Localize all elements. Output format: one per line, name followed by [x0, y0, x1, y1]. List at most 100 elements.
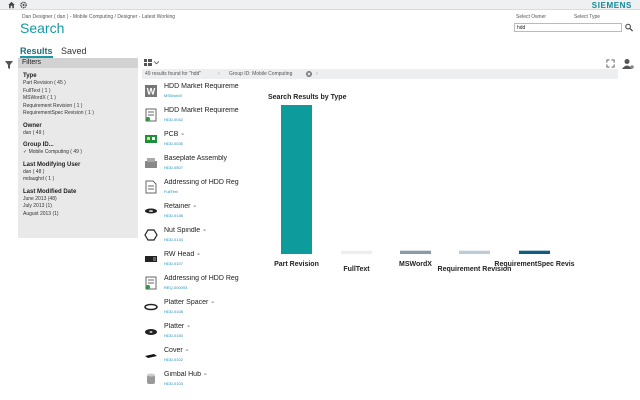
filter-group-title[interactable]: Group ID... [23, 142, 133, 148]
word-doc-icon: W [145, 85, 157, 97]
filter-option[interactable]: June 2013 (48) [23, 196, 133, 204]
result-name[interactable]: Baseplate Assembly [164, 155, 240, 162]
rw-head-icon [145, 256, 157, 262]
link-icon: ⚭ [202, 228, 207, 234]
search-input[interactable]: hdd [514, 23, 622, 32]
result-id[interactable]: HDD-0134 [164, 237, 183, 242]
result-id[interactable]: HDD-0035 [164, 141, 183, 146]
filter-option[interactable]: August 2013 (1) [23, 211, 133, 219]
tab-results[interactable]: Results [20, 46, 53, 58]
link-icon: ⚭ [196, 252, 201, 258]
bar-chart: Part RevisionFullTextMSWordXRequirement … [274, 105, 575, 273]
results-count: 49 results found for "hdd" [145, 71, 202, 77]
filter-option[interactable]: Part Revision ( 45 ) [23, 80, 133, 88]
result-id[interactable]: HDD-0102 [164, 357, 183, 362]
filter-group-title[interactable]: Last Modifying User [23, 162, 133, 168]
result-item[interactable]: Platter Spacer ⚭ HDD-0108 [144, 298, 244, 320]
hub-icon [147, 373, 155, 384]
results-tabs: Results Saved [20, 46, 93, 58]
filter-option[interactable]: dan ( 49 ) [23, 130, 133, 138]
select-owner-label[interactable]: Select Owner [516, 14, 546, 20]
filter-option[interactable]: mdaughd ( 1 ) [23, 176, 133, 184]
result-name[interactable]: Platter Spacer ⚭ [164, 299, 240, 306]
nut-icon [144, 229, 158, 241]
results-toolbar [142, 58, 618, 68]
chevron-down-icon[interactable] [154, 61, 159, 65]
result-item[interactable]: Gimbal Hub ⚭ HDD-0103 [144, 370, 244, 392]
filter-option[interactable]: dan ( 48 ) [23, 169, 133, 177]
filter-option[interactable]: Requirement Revision ( 1 ) [23, 103, 133, 111]
filter-group: Last Modified Date June 2013 (48) July 201… [18, 189, 138, 219]
result-name[interactable]: HDD Market Requireme [164, 107, 240, 114]
remove-chip-icon[interactable] [306, 71, 312, 77]
filter-funnel-icon[interactable] [4, 60, 14, 70]
link-icon: ⚭ [192, 204, 197, 210]
result-id[interactable]: REQ-000093 [164, 285, 187, 290]
result-id[interactable]: HDD-0042 [164, 117, 183, 122]
filter-group-title[interactable]: Owner [23, 123, 133, 129]
result-id[interactable]: HDD-0107 [164, 261, 183, 266]
chart-category-label: Part Revision [274, 261, 319, 268]
result-item[interactable]: Retainer ⚭ HDD-0136 [144, 202, 244, 224]
page-title: Search [20, 20, 65, 36]
result-id[interactable]: HDD-0108 [164, 309, 183, 314]
cover-icon [145, 354, 157, 358]
result-name[interactable]: Platter ⚭ [164, 323, 240, 330]
platter-icon [145, 329, 157, 335]
select-type-label[interactable]: Select Type [574, 14, 600, 20]
result-name[interactable]: Addressing of HDD Reg [164, 275, 240, 282]
chart-bar[interactable] [519, 250, 550, 254]
result-item[interactable]: Addressing of HDD Reg REQ-000093 [144, 274, 244, 296]
result-id[interactable]: HDD-0136 [164, 213, 183, 218]
result-id[interactable]: HDD-0150 [164, 333, 183, 338]
result-id[interactable]: MSWordX [164, 93, 182, 98]
filter-chip[interactable]: Group ID: Mobile Computing [229, 71, 292, 77]
requirement-icon [145, 276, 157, 290]
home-icon[interactable] [7, 1, 16, 9]
chart-bar[interactable] [400, 250, 431, 254]
filter-group-title[interactable]: Last Modified Date [23, 189, 133, 195]
result-item[interactable]: RW Head ⚭ HDD-0107 [144, 250, 244, 272]
result-name[interactable]: Cover ⚭ [164, 347, 240, 354]
result-name[interactable]: PCB ⚭ [164, 131, 240, 138]
result-item[interactable]: Platter ⚭ HDD-0150 [144, 322, 244, 344]
result-item[interactable]: Baseplate Assembly HDD-0507 [144, 154, 244, 176]
chart-bar[interactable] [281, 105, 312, 254]
result-name[interactable]: HDD Market Requireme [164, 83, 240, 90]
result-item[interactable]: W HDD Market Requireme MSWordX [144, 82, 244, 104]
result-id[interactable]: HDD-0103 [164, 381, 183, 386]
filter-option[interactable]: FullText ( 1 ) [23, 88, 133, 96]
result-item[interactable]: HDD Market Requireme HDD-0042 [144, 106, 244, 128]
result-item[interactable]: Addressing of HDD Reg FullText [144, 178, 244, 200]
result-name[interactable]: Gimbal Hub ⚭ [164, 371, 240, 378]
filter-option[interactable]: July 2013 (1) [23, 203, 133, 211]
tab-saved[interactable]: Saved [61, 46, 87, 56]
result-name[interactable]: Addressing of HDD Reg [164, 179, 240, 186]
chart-bar[interactable] [459, 250, 490, 254]
filter-group-title[interactable]: Type [23, 73, 133, 79]
result-name[interactable]: RW Head ⚭ [164, 251, 240, 258]
link-icon: ⚭ [202, 372, 208, 378]
chart-category-label: MSWordX [399, 261, 432, 268]
result-id[interactable]: HDD-0507 [164, 165, 183, 170]
filters-header: Filters [18, 58, 138, 68]
result-item[interactable]: Cover ⚭ HDD-0102 [144, 346, 244, 368]
expand-icon[interactable] [606, 59, 615, 68]
filter-option[interactable]: RequirementSpec Revision ( 1 ) [23, 110, 133, 118]
user-settings-icon[interactable] [622, 58, 634, 70]
result-id[interactable]: FullText [164, 189, 178, 194]
breadcrumb-separator-icon: › [316, 71, 318, 77]
list-view-icon[interactable] [144, 59, 152, 67]
gear-icon[interactable] [19, 1, 28, 9]
search-icon[interactable] [624, 23, 634, 32]
result-name[interactable]: Retainer ⚭ [164, 203, 240, 210]
filter-groups: Type Part Revision ( 45 ) FullText ( 1 ) MS… [18, 73, 138, 218]
filter-group: Owner dan ( 49 ) [18, 123, 138, 138]
result-item[interactable]: PCB ⚭ HDD-0035 [144, 130, 244, 152]
filter-option[interactable]: ✓ Mobile Computing ( 49 ) [23, 149, 133, 157]
filter-option[interactable]: MSWordX ( 1 ) [23, 95, 133, 103]
result-item[interactable]: Nut Spindle ⚭ HDD-0134 [144, 226, 244, 248]
result-name[interactable]: Nut Spindle ⚭ [164, 227, 240, 234]
assembly-icon [145, 158, 157, 168]
chart-bar[interactable] [341, 250, 372, 254]
